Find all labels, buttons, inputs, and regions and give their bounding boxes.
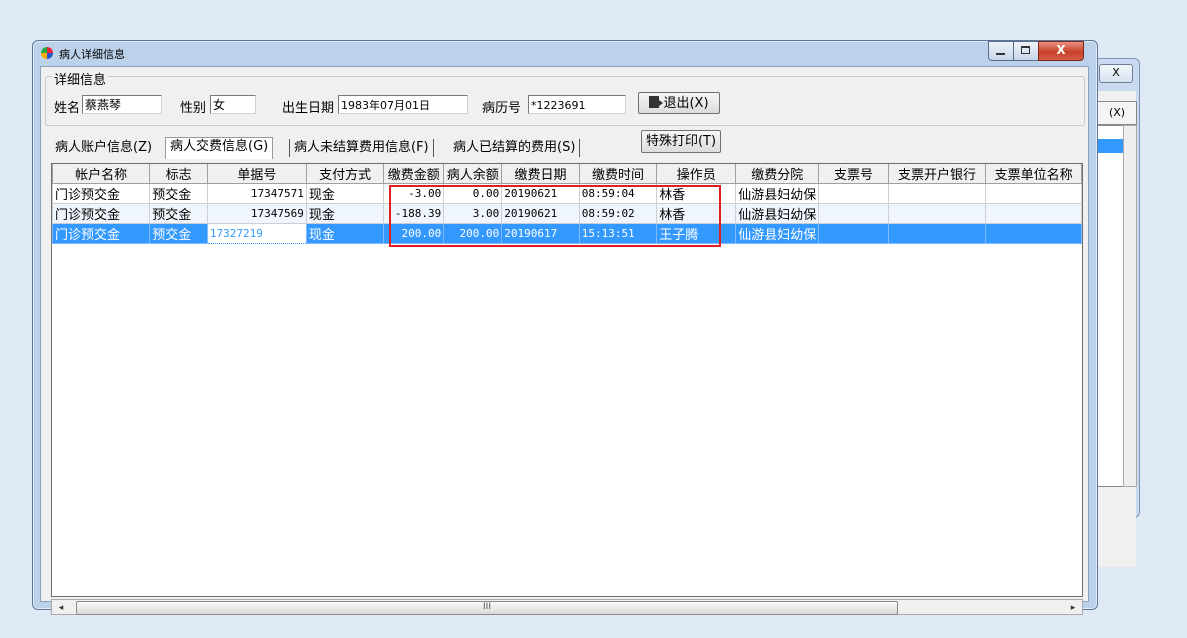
background-exit-button[interactable]: (X) — [1097, 101, 1137, 125]
column-header[interactable]: 帐户名称 — [52, 164, 151, 184]
scroll-left-arrow-icon[interactable]: ◂ — [54, 602, 68, 614]
background-list[interactable] — [1097, 125, 1125, 487]
tab-settled-fees[interactable]: 病人已结算的费用(S) — [449, 139, 581, 157]
table-cell[interactable] — [887, 203, 987, 224]
table-cell[interactable]: 17347569 — [206, 203, 307, 224]
background-list-selected[interactable] — [1097, 139, 1123, 153]
record-number-label: 病历号 — [482, 101, 522, 116]
payment-grid[interactable]: 帐户名称 标志 单据号 支付方式 缴费金额 病人余额 缴费日期 缴费时间 操作员… — [51, 163, 1083, 597]
table-cell[interactable] — [818, 203, 889, 224]
client-area: 详细信息 姓名 蔡燕琴 性别 女 出生日期 1983年07月01日 病历号 *1… — [40, 66, 1089, 615]
column-header[interactable]: 支付方式 — [305, 164, 385, 184]
patient-detail-window: 病人详细信息 X 详细信息 姓名 蔡燕琴 性别 女 出生日期 1983年07月0… — [32, 40, 1098, 615]
table-cell-current[interactable]: 17327219 — [206, 223, 307, 244]
table-cell[interactable]: 0.00 — [443, 183, 503, 204]
column-header[interactable]: 支票号 — [818, 164, 889, 184]
table-cell[interactable]: 08:59:04 — [578, 183, 658, 204]
table-row[interactable]: 门诊预交金 预交金 17347571 现金 -3.00 0.00 2019062… — [52, 183, 1082, 204]
column-header[interactable]: 缴费金额 — [383, 164, 445, 184]
table-cell[interactable]: 20190621 — [501, 203, 580, 224]
table-cell[interactable]: 现金 — [305, 183, 385, 204]
table-cell[interactable]: 林香 — [656, 203, 737, 224]
table-cell[interactable] — [887, 183, 987, 204]
exit-button-label: 退出(X) — [663, 96, 709, 111]
name-field[interactable]: 蔡燕琴 — [82, 95, 162, 114]
payment-table: 帐户名称 标志 单据号 支付方式 缴费金额 病人余额 缴费日期 缴费时间 操作员… — [52, 164, 1082, 244]
table-cell[interactable]: 预交金 — [149, 183, 208, 204]
column-header[interactable]: 缴费分院 — [735, 164, 820, 184]
table-cell[interactable]: 门诊预交金 — [52, 203, 151, 224]
tab-payment-info[interactable]: 病人交费信息(G) — [165, 137, 274, 159]
column-header[interactable]: 缴费时间 — [578, 164, 658, 184]
table-cell[interactable] — [818, 183, 889, 204]
gender-label: 性别 — [180, 101, 207, 116]
table-cell[interactable]: 预交金 — [149, 203, 208, 224]
table-cell[interactable]: 15:13:51 — [578, 223, 658, 244]
background-list-scrollbar[interactable] — [1123, 125, 1137, 487]
table-cell[interactable]: 预交金 — [149, 223, 208, 244]
name-label: 姓名 — [54, 101, 81, 116]
table-cell[interactable]: 王子腾 — [656, 223, 737, 244]
table-cell[interactable]: 仙游县妇幼保 — [735, 183, 820, 204]
scroll-right-arrow-icon[interactable]: ▸ — [1066, 602, 1080, 614]
table-cell[interactable]: 门诊预交金 — [52, 183, 151, 204]
column-header[interactable]: 支票开户银行 — [887, 164, 987, 184]
table-cell[interactable]: -3.00 — [383, 183, 445, 204]
minimize-icon — [996, 53, 1005, 55]
table-cell[interactable]: 仙游县妇幼保 — [735, 223, 820, 244]
window-title: 病人详细信息 — [59, 48, 125, 61]
background-close-button[interactable]: X — [1099, 64, 1133, 83]
title-bar[interactable]: 病人详细信息 X — [33, 41, 1097, 65]
table-cell[interactable]: 门诊预交金 — [52, 223, 151, 244]
column-header[interactable]: 操作员 — [656, 164, 737, 184]
dob-label: 出生日期 — [282, 101, 335, 116]
table-cell[interactable] — [985, 183, 1082, 204]
exit-button[interactable]: 退出(X) — [638, 92, 720, 114]
table-cell[interactable]: 仙游县妇幼保 — [735, 203, 820, 224]
column-header[interactable]: 支票单位名称 — [985, 164, 1082, 184]
table-cell[interactable] — [985, 223, 1082, 244]
table-cell[interactable]: 现金 — [305, 203, 385, 224]
maximize-button[interactable] — [1013, 41, 1039, 61]
table-cell[interactable]: 现金 — [305, 223, 385, 244]
minimize-button[interactable] — [988, 41, 1014, 61]
table-cell[interactable] — [985, 203, 1082, 224]
table-cell[interactable]: 200.00 — [383, 223, 445, 244]
tab-unsettled-fees[interactable]: 病人未结算费用信息(F) — [289, 139, 434, 157]
exit-door-icon — [649, 96, 664, 108]
app-icon — [41, 47, 53, 59]
table-header-row: 帐户名称 标志 单据号 支付方式 缴费金额 病人余额 缴费日期 缴费时间 操作员… — [52, 164, 1082, 184]
table-cell[interactable]: 3.00 — [443, 203, 503, 224]
table-cell[interactable]: 20190621 — [501, 183, 580, 204]
close-button[interactable]: X — [1038, 41, 1084, 61]
horizontal-scrollbar[interactable]: ◂ III ▸ — [51, 599, 1083, 615]
table-cell[interactable]: 林香 — [656, 183, 737, 204]
table-cell[interactable]: -188.39 — [383, 203, 445, 224]
table-cell[interactable]: 200.00 — [443, 223, 503, 244]
table-row[interactable]: 门诊预交金 预交金 17347569 现金 -188.39 3.00 20190… — [52, 203, 1082, 224]
table-cell[interactable]: 08:59:02 — [578, 203, 658, 224]
column-header[interactable]: 病人余额 — [443, 164, 503, 184]
maximize-icon — [1021, 46, 1030, 54]
record-number-field[interactable]: *1223691 — [528, 95, 626, 114]
gender-field[interactable]: 女 — [210, 95, 256, 114]
table-cell[interactable] — [887, 223, 987, 244]
table-cell[interactable] — [818, 223, 889, 244]
column-header[interactable]: 标志 — [149, 164, 208, 184]
details-group-title: 详细信息 — [52, 69, 109, 88]
table-row-selected[interactable]: 门诊预交金 预交金 17327219 现金 200.00 200.00 2019… — [52, 223, 1082, 244]
column-header[interactable]: 单据号 — [206, 164, 307, 184]
scrollbar-thumb[interactable]: III — [76, 601, 898, 615]
dob-field[interactable]: 1983年07月01日 — [338, 95, 468, 114]
table-cell[interactable]: 20190617 — [501, 223, 580, 244]
table-cell[interactable]: 17347571 — [206, 183, 307, 204]
details-group: 详细信息 姓名 蔡燕琴 性别 女 出生日期 1983年07月01日 病历号 *1… — [45, 69, 1085, 126]
special-print-button[interactable]: 特殊打印(T) — [641, 130, 721, 153]
tab-account-info[interactable]: 病人账户信息(Z) — [51, 139, 156, 157]
column-header[interactable]: 缴费日期 — [501, 164, 580, 184]
